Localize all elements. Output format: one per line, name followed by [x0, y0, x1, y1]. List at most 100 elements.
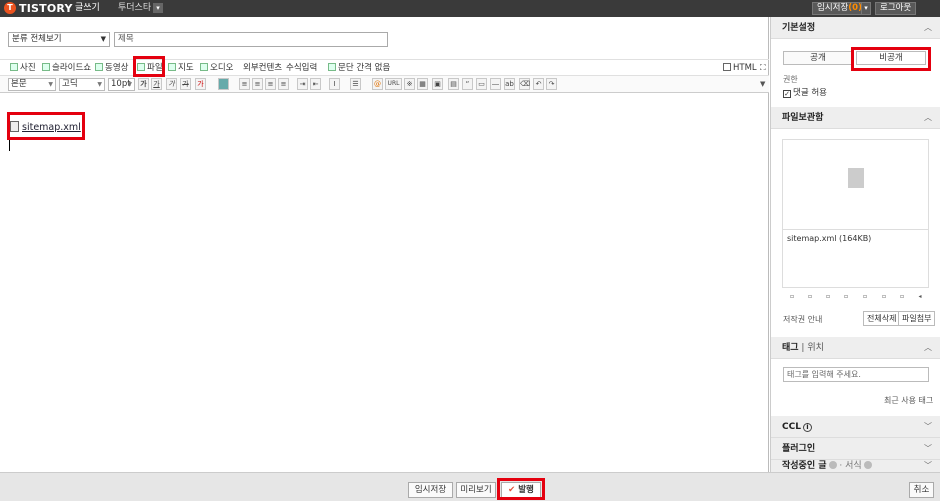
temp-save-button[interactable]: 임시저장 — [408, 482, 453, 498]
map-button[interactable]: 지도 — [168, 63, 194, 73]
underline-button[interactable]: 가 — [151, 78, 162, 90]
preview-button[interactable]: 미리보기 — [456, 482, 496, 498]
html-mode-toggle[interactable]: HTML — [723, 63, 757, 73]
blog-name[interactable]: 투더스타 — [118, 2, 151, 15]
font-select[interactable]: 고딕 ▼ — [59, 78, 105, 91]
comment-allow-checkbox[interactable]: ✓ 댓글 허용 — [783, 86, 827, 98]
table-icon[interactable]: ▦ — [417, 78, 428, 90]
recent-tags-link[interactable]: 최근 사용 태그 — [884, 395, 933, 406]
external-content-button[interactable]: 외부컨텐츠 — [243, 63, 282, 73]
text-color-button[interactable]: 가 — [195, 78, 206, 90]
chevron-up-icon: ︿ — [924, 113, 932, 122]
align-left-icon[interactable]: ▫ — [787, 292, 797, 302]
tag-input[interactable]: 태그를 입력해 주세요. — [783, 367, 929, 382]
line-height-icon[interactable]: I — [329, 78, 340, 90]
temp-save-dropdown-icon[interactable]: ▾ — [861, 2, 871, 15]
paragraph-spacing-toggle[interactable]: 문단 간격 없음 — [328, 63, 390, 73]
temp-save-counter-button[interactable]: 임시저장(0) — [812, 2, 867, 15]
italic-button[interactable]: 가 — [166, 78, 177, 90]
strike-button[interactable]: 가 — [180, 78, 191, 90]
chevron-down-icon: ﹀ — [924, 461, 932, 470]
quote-box-icon[interactable]: ▤ — [448, 78, 459, 90]
clear-format-icon[interactable]: ⌫ — [519, 78, 530, 90]
text-caret — [9, 140, 10, 151]
align-right-icon[interactable]: ▫ — [823, 292, 833, 302]
box-icon[interactable]: ▣ — [432, 78, 443, 90]
formula-button[interactable]: 수식입력 — [286, 63, 317, 73]
spellcheck-icon[interactable]: ab — [504, 78, 515, 90]
file-list-item[interactable]: sitemap.xml (164KB) — [787, 233, 924, 245]
file-upload-button[interactable]: 파일첨부 — [898, 311, 936, 326]
paragraph-style-select[interactable]: 본문 ▼ — [8, 78, 56, 91]
more-icon[interactable]: ▭ — [476, 78, 487, 90]
editor-area: 분류 전체보기 ▼ 제목 사진 슬라이드쇼 동영상 파일 지도 오디오 외부컨텐츠… — [0, 17, 769, 472]
slideshow-button[interactable]: 슬라이드쇼 — [42, 63, 91, 73]
chevron-down-icon: ▼ — [100, 35, 106, 43]
insert-toolbar: 사진 슬라이드쇼 동영상 파일 지도 오디오 외부컨텐츠 수식입력 문단 간격 … — [0, 59, 769, 76]
title-input[interactable]: 제목 — [114, 32, 388, 47]
image-align-row: ▫ ▫ ▫ ▫ ▫ ▫ ▫ ◂ — [783, 292, 933, 304]
align-center-icon[interactable]: ≡ — [252, 78, 263, 90]
private-button[interactable]: 비공개 — [856, 51, 926, 65]
footer-bar: 임시저장 미리보기 ✔ 발행 취소 — [0, 472, 940, 501]
audio-icon — [200, 63, 208, 71]
photo-icon — [10, 63, 18, 71]
file-preview — [782, 139, 929, 230]
chevron-up-icon: ︿ — [924, 23, 932, 32]
file-list: sitemap.xml (164KB) — [782, 230, 929, 288]
tag-location-header[interactable]: 태그 | 위치 ︿ — [771, 337, 940, 359]
plugin-header[interactable]: 플러그인 ﹀ — [771, 438, 940, 460]
undo-icon[interactable]: ↶ — [533, 78, 544, 90]
slideshow-icon — [42, 63, 50, 71]
checkbox-icon — [328, 63, 336, 71]
document-icon — [848, 168, 864, 188]
list-icon[interactable]: ☰ — [350, 78, 361, 90]
delete-all-button[interactable]: 전체삭제 — [863, 311, 901, 326]
brand-name[interactable]: TISTORY — [19, 1, 73, 16]
font-size-select[interactable]: 10pt ▼ — [108, 78, 135, 91]
special-char-icon[interactable]: ※ — [404, 78, 415, 90]
file-icon — [10, 121, 19, 132]
cancel-button[interactable]: 취소 — [909, 482, 934, 498]
url-button[interactable]: URL — [385, 78, 402, 90]
chevron-down-icon[interactable]: ▾ — [153, 3, 163, 13]
info-icon: i — [802, 423, 812, 432]
drafts-header[interactable]: 작성중인 글 · 서식 ﹀ — [771, 460, 940, 472]
sound-icon[interactable]: ◂ — [915, 292, 925, 302]
copyright-notice-link[interactable]: 저작권 안내 — [783, 314, 822, 325]
gallery-2-icon[interactable]: ▫ — [860, 292, 870, 302]
align-justify-icon[interactable]: ≡ — [278, 78, 289, 90]
audio-button[interactable]: 오디오 — [200, 63, 233, 73]
attachment-link[interactable]: sitemap.xml — [10, 121, 81, 134]
bold-button[interactable]: 가 — [138, 78, 149, 90]
file-storage-header[interactable]: 파일보관함 ︿ — [771, 107, 940, 129]
publish-button[interactable]: ✔ 발행 — [501, 482, 541, 498]
info-icon — [863, 461, 872, 469]
divider-icon[interactable]: ― — [490, 78, 501, 90]
gallery-3-icon[interactable]: ▫ — [879, 292, 889, 302]
slide-icon[interactable]: ▫ — [897, 292, 907, 302]
category-select[interactable]: 분류 전체보기 ▼ — [8, 32, 110, 47]
photo-button[interactable]: 사진 — [10, 63, 36, 73]
map-icon — [168, 63, 176, 71]
link-icon[interactable]: @ — [372, 78, 383, 90]
ccl-header[interactable]: CCL i ﹀ — [771, 416, 940, 438]
chevron-up-icon: ︿ — [924, 343, 932, 352]
expand-icon[interactable]: ⛶ — [760, 63, 766, 73]
toolbar-more-icon[interactable]: ▼ — [760, 80, 765, 88]
file-button[interactable]: 파일 — [137, 63, 163, 73]
public-button[interactable]: 공개 — [783, 51, 853, 65]
align-center-icon[interactable]: ▫ — [805, 292, 815, 302]
quote-icon[interactable]: “ — [462, 78, 473, 90]
align-right-icon[interactable]: ≡ — [265, 78, 276, 90]
redo-icon[interactable]: ↷ — [546, 78, 557, 90]
logout-button[interactable]: 로그아웃 — [875, 2, 917, 15]
bg-color-icon[interactable] — [218, 78, 229, 90]
video-button[interactable]: 동영상 — [95, 63, 128, 73]
tistory-logo-icon[interactable]: T — [4, 2, 16, 14]
align-left-icon[interactable]: ≡ — [239, 78, 250, 90]
align-full-icon[interactable]: ▫ — [841, 292, 851, 302]
indent-icon[interactable]: ⇥ — [297, 78, 308, 90]
basic-settings-header[interactable]: 기본설정 ︿ — [771, 17, 940, 39]
outdent-icon[interactable]: ⇤ — [310, 78, 321, 90]
